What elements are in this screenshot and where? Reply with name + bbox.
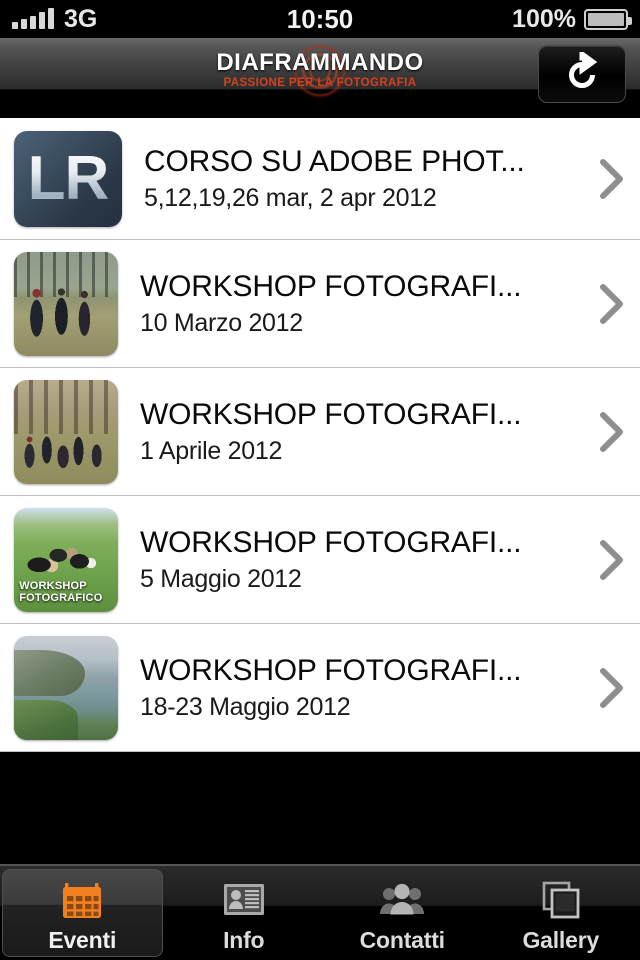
event-thumbnail: LR xyxy=(14,130,122,227)
chevron-right-icon xyxy=(600,158,623,199)
event-thumbnail: WORKSHOP FOTOGRAFICO xyxy=(14,507,118,612)
carrier-network-label: 3G xyxy=(64,4,98,33)
people-group-icon xyxy=(377,877,427,923)
list-item[interactable]: WORKSHOP FOTOGRAFICO WORKSHOP FOTOGRAFI.… xyxy=(0,496,640,624)
status-bar-right: 100% xyxy=(512,4,632,34)
event-title: WORKSHOP FOTOGRAFI... xyxy=(140,270,522,303)
event-title: WORKSHOP FOTOGRAFI... xyxy=(140,398,522,431)
event-date: 10 Marzo 2012 xyxy=(140,309,303,338)
chevron-right-icon xyxy=(600,539,623,580)
camera-cluster xyxy=(18,538,114,583)
event-title: WORKSHOP FOTOGRAFI... xyxy=(140,654,522,687)
disclosure-indicator[interactable] xyxy=(584,407,640,457)
disclosure-indicator[interactable] xyxy=(584,154,640,204)
photo-coastline xyxy=(14,635,118,740)
signal-bars-icon xyxy=(12,8,54,29)
tab-contatti[interactable]: Contatti xyxy=(323,866,482,960)
photo-people-walking xyxy=(14,251,118,356)
event-title: WORKSHOP FOTOGRAFI... xyxy=(140,526,522,559)
disclosure-indicator[interactable] xyxy=(584,279,640,329)
event-text-block: WORKSHOP FOTOGRAFI... 1 Aprile 2012 xyxy=(118,399,584,465)
refresh-button[interactable] xyxy=(538,45,626,103)
tab-gallery[interactable]: Gallery xyxy=(482,866,640,960)
app-window: 3G 10:50 100% DIAFRAMMANDO PASSIONE PER … xyxy=(0,0,640,960)
event-date: 5,12,19,26 mar, 2 apr 2012 xyxy=(144,184,437,213)
list-item[interactable]: LR CORSO SU ADOBE PHOT... 5,12,19,26 mar… xyxy=(0,118,640,240)
event-text-block: WORKSHOP FOTOGRAFI... 5 Maggio 2012 xyxy=(118,527,584,593)
refresh-icon xyxy=(569,52,598,88)
lightroom-letters: LR xyxy=(27,144,110,213)
event-date: 1 Aprile 2012 xyxy=(140,437,283,466)
event-date: 5 Maggio 2012 xyxy=(140,565,302,594)
tab-label-info: Info xyxy=(223,926,265,953)
tab-label-gallery: Gallery xyxy=(522,926,600,953)
logo-title: DIAFRAMMANDO xyxy=(216,48,424,76)
calendar-icon xyxy=(57,877,107,923)
photo-group-tripods xyxy=(14,379,118,484)
event-date: 18-23 Maggio 2012 xyxy=(140,693,351,722)
tab-eventi[interactable]: Eventi xyxy=(2,869,163,957)
tab-bar: Eventi Info Contatti Gallery xyxy=(0,864,640,960)
event-title: CORSO SU ADOBE PHOT... xyxy=(144,145,525,178)
battery-full-icon xyxy=(584,8,632,30)
contact-card-icon xyxy=(219,877,269,923)
event-text-block: WORKSHOP FOTOGRAFI... 18-23 Maggio 2012 xyxy=(118,655,584,721)
chevron-right-icon xyxy=(600,283,623,324)
logo-tagline: PASSIONE PER LA FOTOGRAFIA xyxy=(223,76,417,89)
disclosure-indicator[interactable] xyxy=(584,663,640,713)
nav-bar: DIAFRAMMANDO PASSIONE PER LA FOTOGRAFIA xyxy=(0,34,640,108)
chevron-right-icon xyxy=(600,667,623,708)
tab-info[interactable]: Info xyxy=(165,866,324,960)
photos-stack-icon xyxy=(536,877,586,923)
event-thumbnail xyxy=(14,379,118,484)
thumbnail-caption: WORKSHOP FOTOGRAFICO xyxy=(19,580,103,604)
list-item[interactable]: WORKSHOP FOTOGRAFI... 18-23 Maggio 2012 xyxy=(0,624,640,752)
events-list: LR CORSO SU ADOBE PHOT... 5,12,19,26 mar… xyxy=(0,118,640,752)
list-item[interactable]: WORKSHOP FOTOGRAFI... 10 Marzo 2012 xyxy=(0,240,640,368)
list-item[interactable]: WORKSHOP FOTOGRAFI... 1 Aprile 2012 xyxy=(0,368,640,496)
photo-workshop-field: WORKSHOP FOTOGRAFICO xyxy=(14,507,118,612)
event-thumbnail xyxy=(14,251,118,356)
app-logo: DIAFRAMMANDO PASSIONE PER LA FOTOGRAFIA xyxy=(205,30,435,110)
disclosure-indicator[interactable] xyxy=(584,535,640,585)
tab-label-contatti: Contatti xyxy=(359,926,445,953)
chevron-right-icon xyxy=(600,411,623,452)
event-text-block: WORKSHOP FOTOGRAFI... 10 Marzo 2012 xyxy=(118,271,584,337)
adobe-lightroom-icon: LR xyxy=(14,130,122,227)
event-thumbnail xyxy=(14,635,118,740)
status-bar-left: 3G xyxy=(12,5,97,34)
tab-label-eventi: Eventi xyxy=(48,926,117,953)
battery-percent-label: 100% xyxy=(512,4,576,33)
event-text-block: CORSO SU ADOBE PHOT... 5,12,19,26 mar, 2… xyxy=(122,146,584,212)
